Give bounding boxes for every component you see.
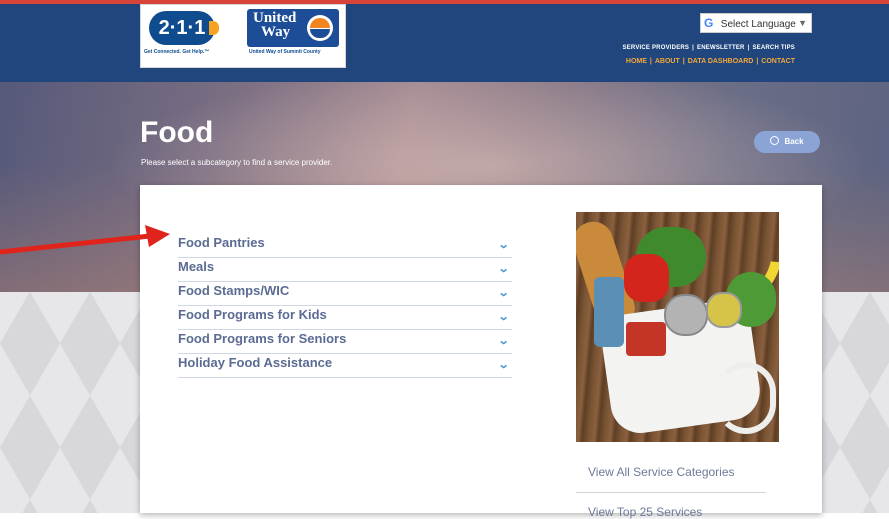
annotation-arrow-icon [0, 225, 170, 255]
